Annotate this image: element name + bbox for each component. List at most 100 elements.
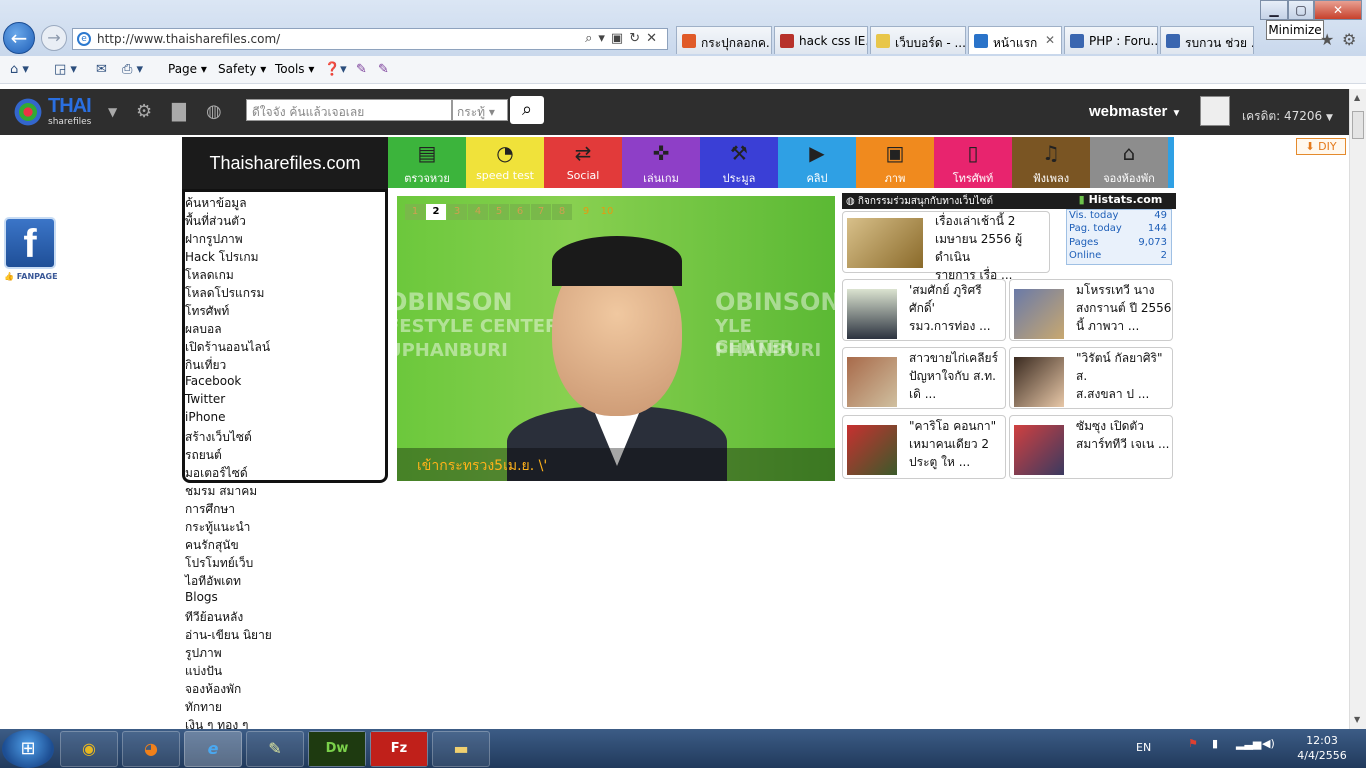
histats-counter[interactable]: Vis. today 49 Pag. today 144 Pages 9,073 On… xyxy=(1066,209,1172,265)
taskbar-explorer[interactable]: ▬ xyxy=(432,731,490,767)
scroll-thumb[interactable] xyxy=(1352,111,1364,139)
sidebar-menu-item[interactable]: ฝากรูปภาพ xyxy=(185,230,243,249)
category-games[interactable]: ✜ เล่นเกม xyxy=(622,137,700,188)
news-card[interactable]: เรื่องเล่าเช้านี้ 2 เมษายน 2556 ผู้ดำเนิน… xyxy=(842,211,1050,282)
sidebar-menu-item[interactable]: ทีวีย้อนหลัง xyxy=(185,608,243,627)
minimize-button[interactable]: ▁ xyxy=(1260,0,1288,20)
sidebar-menu-item[interactable]: ชมรม สมาคม xyxy=(185,482,257,501)
category-social[interactable]: ⇄ Social xyxy=(544,137,622,188)
sidebar-menu-item[interactable]: โหลดโปรแกรม xyxy=(185,284,264,303)
tab-1[interactable]: กระปุกลอกค... xyxy=(676,26,772,54)
sidebar-menu-item[interactable]: คนรักสุนัข xyxy=(185,536,239,555)
brand-title[interactable]: Thaisharefiles.com xyxy=(182,137,388,189)
slider-page-2[interactable]: 2 xyxy=(426,204,446,220)
category-speed-test[interactable]: ◔ speed test xyxy=(466,137,544,188)
search-scope-select[interactable]: กระทู้ ▾ xyxy=(452,99,508,121)
start-button[interactable]: ⊞ xyxy=(2,730,54,768)
settings-gear-icon[interactable]: ⚙ xyxy=(1342,30,1356,49)
scroll-down-icon[interactable]: ▼ xyxy=(1354,715,1360,724)
category-hotel[interactable]: ⌂ จองห้องพัก xyxy=(1090,137,1168,188)
help-icon[interactable]: ❓▾ xyxy=(324,62,347,77)
category-lottery[interactable]: ▤ ตรวจหวย xyxy=(388,137,466,188)
news-card[interactable]: ซัมซุง เปิดตัว สมาร์ททีวี เจเน ... xyxy=(1009,415,1173,479)
news-card[interactable]: "วิรัตน์ กัลยาศิริ" ส. ส.สงขลา ป ... xyxy=(1009,347,1173,409)
page-scrollbar[interactable]: ▲ ▼ xyxy=(1349,89,1366,729)
news-card[interactable]: สาวขายไก่เคลียร์ ปัญหาใจกับ ส.ท. เดิ ... xyxy=(842,347,1006,409)
settings-icon[interactable]: ⚙ xyxy=(136,101,152,122)
sidebar-menu-item[interactable]: สร้างเว็บไซต์ xyxy=(185,428,252,447)
taskbar-filezilla[interactable]: Fz xyxy=(370,731,428,767)
globe-icon[interactable]: ◍ xyxy=(206,101,222,122)
category-pictures[interactable]: ▣ ภาพ xyxy=(856,137,934,188)
sidebar-menu-item[interactable]: โทรศัพท์ xyxy=(185,302,229,321)
volume-icon[interactable]: ◀) xyxy=(1262,737,1275,750)
search-button[interactable]: ⌕ xyxy=(510,96,544,124)
sidebar-menu-item[interactable]: Hack โปรเกม xyxy=(185,248,259,267)
sidebar-menu-item[interactable]: ค้นหาข้อมูล xyxy=(185,194,247,213)
sidebar-menu-item[interactable]: กินเที่ยว xyxy=(185,356,226,375)
address-tools-icons[interactable]: ⌕▾▣↻✕ xyxy=(585,31,663,46)
address-bar[interactable]: e http://www.thaisharefiles.com/ ⌕▾▣↻✕ xyxy=(72,28,668,50)
histats-header[interactable]: ▮ Histats.com xyxy=(1065,193,1176,209)
battery-icon[interactable]: ▮ xyxy=(1212,737,1218,750)
sidebar-menu-item[interactable]: เปิดร้านออนไลน์ xyxy=(185,338,270,357)
category-auction[interactable]: ⚒ ประมูล xyxy=(700,137,778,188)
sidebar-menu-item[interactable]: โปรโมทย์เว็บ xyxy=(185,554,253,573)
slider-page-1[interactable]: 1 xyxy=(405,204,425,220)
sidebar-menu-item[interactable]: โหลดเกม xyxy=(185,266,234,285)
tab-active[interactable]: หน้าแรก ✕ xyxy=(968,26,1062,54)
slider-page-6[interactable]: 6 xyxy=(510,204,530,220)
logo-dropdown-icon[interactable]: ▼ xyxy=(108,105,117,119)
facebook-icon[interactable]: f xyxy=(4,217,56,269)
chat-icon[interactable]: ▇ xyxy=(172,101,186,122)
credit-display[interactable]: เครดิต: 47206 ▼ xyxy=(1242,107,1333,126)
slider-page-3[interactable]: 3 xyxy=(447,204,467,220)
sidebar-menu-item[interactable]: อ่าน-เขียน นิยาย xyxy=(185,626,272,645)
sidebar-menu-item[interactable]: Facebook xyxy=(185,374,241,388)
fanpage-label[interactable]: 👍 FANPAGE xyxy=(4,272,58,281)
taskbar-ie[interactable]: e xyxy=(184,731,242,767)
taskbar-firefox[interactable]: ◕ xyxy=(122,731,180,767)
home-icon[interactable]: ⌂ ▾ xyxy=(10,62,29,77)
action-center-icon[interactable]: ⚑ xyxy=(1188,737,1198,750)
sidebar-menu-item[interactable]: พื้นที่ส่วนตัว xyxy=(185,212,246,231)
tab-5[interactable]: PHP : Foru... xyxy=(1064,26,1158,54)
tab-close-icon[interactable]: ✕ xyxy=(1045,33,1055,47)
sidebar-menu-item[interactable]: Blogs xyxy=(185,590,218,604)
mail-icon[interactable]: ✉ xyxy=(96,62,107,77)
slider-page-8[interactable]: 8 xyxy=(552,204,572,220)
back-button[interactable]: ← xyxy=(3,22,35,54)
tab-6[interactable]: รบกวน ช่วย ... xyxy=(1160,26,1254,54)
favorites-star-icon[interactable]: ★ xyxy=(1320,30,1334,49)
sidebar-menu-item[interactable]: รูปภาพ xyxy=(185,644,222,663)
category-clips[interactable]: ▶ คลิป xyxy=(778,137,856,188)
sidebar-menu-item[interactable]: มอเตอร์ไซด์ xyxy=(185,464,248,483)
send-onenote-icon[interactable]: ✎ xyxy=(378,62,389,77)
sidebar-menu-item[interactable]: ผลบอล xyxy=(185,320,222,339)
language-indicator[interactable]: EN xyxy=(1136,741,1151,754)
news-card[interactable]: 'สมศักย์ ภูริศรีศักดิ์' รมว.การท่อง ... xyxy=(842,279,1006,341)
category-phone[interactable]: ▯ โทรศัพท์ xyxy=(934,137,1012,188)
diy-button[interactable]: ⬇ DIY xyxy=(1296,138,1346,155)
tools-menu[interactable]: Tools ▾ xyxy=(275,62,314,76)
sidebar-menu-item[interactable]: iPhone xyxy=(185,410,226,424)
search-input[interactable]: ดีใจจัง ค้นแล้วเจอเลย xyxy=(246,99,452,121)
taskbar-dreamweaver[interactable]: Dw xyxy=(308,731,366,767)
news-card[interactable]: "คาริโอ คอนกา" เหมาคนเดียว 2 ประตู ให ... xyxy=(842,415,1006,479)
slider-page-9[interactable]: 9 xyxy=(576,204,596,220)
clock[interactable]: 12:03 4/4/2556 xyxy=(1290,733,1354,763)
taskbar-notepad[interactable]: ✎ xyxy=(246,731,304,767)
sidebar-menu-item[interactable]: ทักทาย xyxy=(185,698,222,717)
sidebar-menu-item[interactable]: รถยนต์ xyxy=(185,446,222,465)
slider-page-5[interactable]: 5 xyxy=(489,204,509,220)
slider-page-4[interactable]: 4 xyxy=(468,204,488,220)
feeds-icon[interactable]: ◲ ▾ xyxy=(54,62,77,77)
sidebar-menu-item[interactable]: Twitter xyxy=(185,392,225,406)
scroll-up-icon[interactable]: ▲ xyxy=(1354,93,1360,102)
featured-slider[interactable]: OBINSON FESTYLE CENTER UPHANBURI OBINSON… xyxy=(397,196,835,481)
slider-page-7[interactable]: 7 xyxy=(531,204,551,220)
slider-page-10[interactable]: 10 xyxy=(597,204,617,220)
user-menu[interactable]: webmaster ▼ xyxy=(1089,103,1181,120)
site-logo[interactable]: THAI sharefiles xyxy=(12,95,100,129)
close-window-button[interactable]: ✕ xyxy=(1314,0,1362,20)
